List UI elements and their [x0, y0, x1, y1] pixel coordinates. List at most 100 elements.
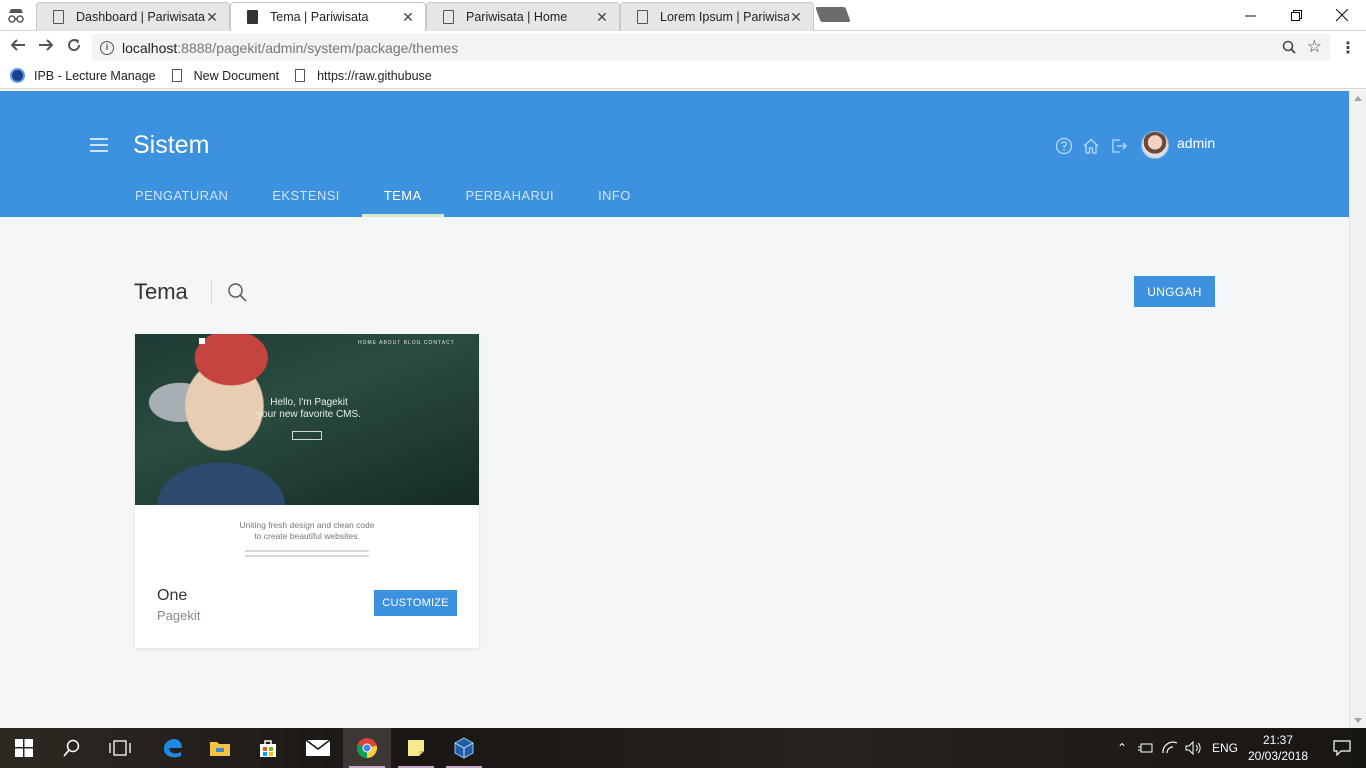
tab-title: Tema | Pariwisata: [270, 10, 369, 24]
search-icon: [63, 739, 80, 757]
customize-button[interactable]: CUSTOMIZE: [374, 590, 457, 616]
browser-menu-icon[interactable]: ⋮: [1340, 38, 1356, 58]
folder-icon: [210, 742, 230, 756]
reload-icon: [68, 39, 81, 52]
url-text[interactable]: localhost:8888/pagekit/admin/system/pack…: [122, 40, 458, 56]
power-icon[interactable]: [1137, 741, 1155, 755]
volume-icon[interactable]: [1185, 741, 1203, 755]
theme-tagline: Uniting fresh design and clean code to c…: [135, 520, 479, 542]
hamburger-menu-icon[interactable]: [90, 138, 108, 152]
tagline-line1: Uniting fresh design and clean code: [239, 520, 375, 530]
taskbar-mail[interactable]: [294, 728, 342, 768]
taskbar-file-explorer[interactable]: [196, 728, 244, 768]
windows-taskbar: ⌃ ENG 21:37 20/03/2018: [0, 728, 1366, 768]
avatar[interactable]: [1141, 131, 1169, 159]
notification-icon: [1333, 740, 1351, 756]
back-arrow-icon: [10, 39, 25, 51]
page-favicon-icon: [443, 10, 454, 24]
preview-button: [292, 431, 322, 440]
clock-date: 20/03/2018: [1247, 749, 1309, 763]
forward-button[interactable]: [35, 37, 57, 57]
tab-tema[interactable]: TEMA: [361, 182, 444, 217]
preview-hero-line1: Hello, I'm Pagekit: [270, 397, 348, 408]
bookmark-label: IPB - Lecture Manage: [34, 68, 156, 83]
bookmark-label: New Document: [193, 68, 280, 83]
search-icon[interactable]: [227, 282, 247, 302]
page-scrollbar[interactable]: [1349, 91, 1366, 728]
task-view-button[interactable]: [96, 728, 144, 768]
show-hidden-icons-icon[interactable]: ⌃: [1113, 741, 1131, 755]
document-icon: [295, 69, 306, 82]
section-title: Tema: [134, 279, 188, 304]
minimize-icon: [1244, 15, 1256, 16]
bookmark-github-raw[interactable]: https://raw.githubuse: [295, 69, 432, 83]
tab-pengaturan[interactable]: PENGATURAN: [113, 182, 250, 217]
theme-card: HOME ABOUT BLOG CONTACT Hello, I'm Pagek…: [135, 334, 479, 648]
taskbar-sticky-notes[interactable]: [392, 728, 440, 768]
start-button[interactable]: [0, 728, 48, 768]
tab-title: Lorem Ipsum | Pariwisata: [660, 10, 789, 24]
close-tab-icon[interactable]: ✕: [789, 9, 803, 26]
taskbar-edge[interactable]: [148, 728, 196, 768]
reload-button[interactable]: [63, 37, 85, 57]
scroll-up-icon[interactable]: [1354, 96, 1362, 101]
upload-button[interactable]: UNGGAH: [1134, 276, 1215, 307]
close-tab-icon[interactable]: ✕: [205, 9, 219, 26]
theme-preview-image[interactable]: HOME ABOUT BLOG CONTACT Hello, I'm Pagek…: [135, 334, 479, 505]
document-icon: [171, 69, 182, 82]
taskbar-search-button[interactable]: [48, 728, 96, 768]
close-tab-icon[interactable]: ✕: [401, 9, 415, 26]
logout-icon[interactable]: [1110, 137, 1128, 155]
close-window-button[interactable]: [1319, 0, 1365, 30]
system-nav-tabs: PENGATURAN EKSTENSI TEMA PERBAHARUI INFO: [113, 182, 653, 217]
clock-time: 21:37: [1262, 733, 1294, 747]
help-icon[interactable]: [1055, 137, 1073, 155]
new-tab-button[interactable]: [815, 7, 851, 22]
mail-icon: [306, 740, 330, 756]
input-language[interactable]: ENG: [1212, 728, 1238, 768]
browser-tab-lorem[interactable]: Lorem Ipsum | Pariwisata ✕: [620, 2, 814, 31]
browser-tab-home[interactable]: Pariwisata | Home ✕: [426, 2, 620, 31]
taskbar-store[interactable]: [244, 728, 292, 768]
bookmark-label: https://raw.githubuse: [317, 68, 432, 83]
username[interactable]: admin: [1177, 135, 1215, 151]
virtualbox-icon: [454, 737, 474, 759]
browser-tab-dashboard[interactable]: Dashboard | Pariwisata ✕: [36, 2, 230, 31]
site-info-icon[interactable]: i: [100, 40, 114, 55]
tab-title: Pariwisata | Home: [466, 10, 568, 24]
taskbar-clock[interactable]: 21:37 20/03/2018: [1245, 732, 1311, 764]
theme-name: One: [157, 587, 188, 604]
home-icon[interactable]: [1082, 137, 1100, 155]
bookmark-ipb[interactable]: IPB - Lecture Manage: [10, 68, 156, 83]
close-tab-icon[interactable]: ✕: [595, 9, 609, 26]
tab-perbaharui[interactable]: PERBAHARUI: [444, 182, 577, 217]
page-viewport: Sistem admin PENGATURAN EKSTENSI TEMA PE…: [0, 91, 1349, 728]
bookmark-star-icon[interactable]: ☆: [1307, 37, 1322, 57]
action-center-button[interactable]: [1318, 728, 1366, 768]
task-view-icon: [109, 740, 131, 756]
wifi-icon[interactable]: [1161, 741, 1179, 755]
restore-button[interactable]: [1273, 0, 1319, 30]
bookmarks-bar: IPB - Lecture Manage New Document https:…: [0, 63, 1366, 89]
scroll-down-icon[interactable]: [1354, 718, 1362, 723]
tab-ekstensi[interactable]: EKSTENSI: [250, 182, 362, 217]
chrome-icon: [356, 738, 378, 759]
taskbar-chrome[interactable]: [343, 728, 391, 768]
page-title: Sistem: [133, 131, 210, 159]
browser-tab-tema[interactable]: Tema | Pariwisata ✕: [230, 2, 426, 31]
incognito-icon: [8, 9, 24, 23]
preview-hero-text: Hello, I'm Pagekit your new favorite CMS…: [253, 397, 365, 421]
tagline-line2: to create beautiful websites.: [254, 531, 360, 541]
preview-logo: [199, 338, 205, 344]
zoom-icon[interactable]: [1282, 40, 1296, 54]
minimize-button[interactable]: [1227, 0, 1273, 30]
store-icon: [260, 740, 276, 757]
theme-author: Pagekit: [157, 608, 201, 623]
taskbar-virtualbox[interactable]: [440, 728, 488, 768]
close-icon: [1336, 9, 1348, 21]
tab-info[interactable]: INFO: [576, 182, 653, 217]
back-button[interactable]: [7, 37, 29, 57]
bookmark-new-document[interactable]: New Document: [171, 68, 280, 83]
edge-icon: [164, 739, 182, 758]
address-bar[interactable]: i localhost:8888/pagekit/admin/system/pa…: [92, 34, 1330, 61]
